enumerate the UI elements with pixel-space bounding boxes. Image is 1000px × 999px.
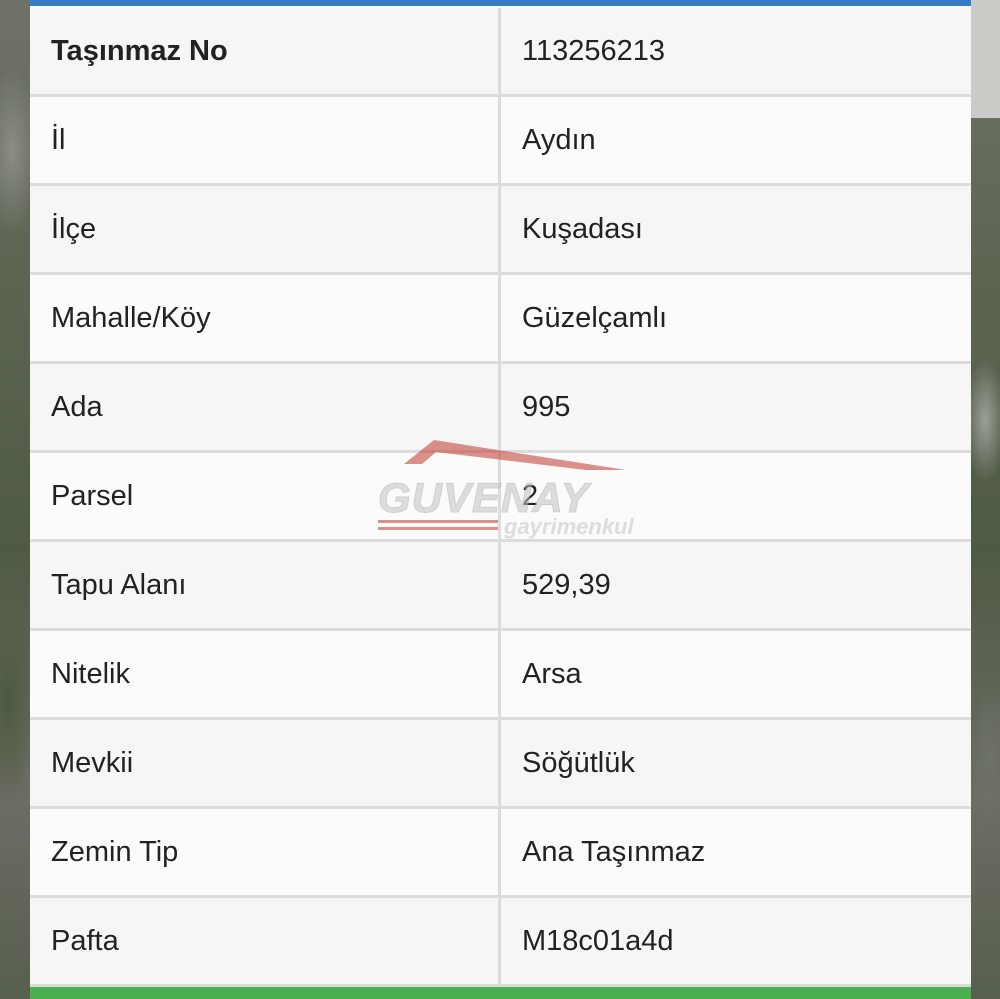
row-label: Tapu Alanı [30, 539, 501, 631]
row-label: İl [30, 94, 501, 186]
table-row: İl Aydın [30, 94, 971, 186]
row-value: Ana Taşınmaz [498, 806, 971, 898]
row-label: Ada [30, 361, 501, 453]
table-row: Tapu Alanı 529,39 [30, 539, 971, 631]
row-label: Zemin Tip [30, 806, 501, 898]
row-label: İlçe [30, 183, 501, 275]
row-label: Taşınmaz No [30, 8, 501, 97]
row-value: Söğütlük [498, 717, 971, 809]
table-row: Mevkii Söğütlük [30, 717, 971, 809]
table-row: Nitelik Arsa [30, 628, 971, 720]
table-row: Mahalle/Köy Güzelçamlı [30, 272, 971, 364]
panel-header-bar [30, 0, 971, 6]
panel-footer-bar [30, 987, 971, 999]
table-row: Ada 995 [30, 361, 971, 453]
table-row: Taşınmaz No 113256213 [30, 8, 971, 97]
table-row: Parsel 2 [30, 450, 971, 542]
row-label: Mevkii [30, 717, 501, 809]
row-value: Kuşadası [498, 183, 971, 275]
row-value: 2 [498, 450, 971, 542]
row-value: Arsa [498, 628, 971, 720]
row-value: M18c01a4d [498, 895, 971, 987]
row-label: Mahalle/Köy [30, 272, 501, 364]
property-details-table: Taşınmaz No 113256213 İl Aydın İlçe Kuşa… [30, 8, 971, 987]
property-info-panel: Taşınmaz No 113256213 İl Aydın İlçe Kuşa… [30, 0, 971, 999]
table-row: Zemin Tip Ana Taşınmaz [30, 806, 971, 898]
table-row: İlçe Kuşadası [30, 183, 971, 275]
row-value: 995 [498, 361, 971, 453]
row-value: 529,39 [498, 539, 971, 631]
row-value: 113256213 [498, 8, 971, 97]
map-road-strip [970, 0, 1000, 118]
row-label: Pafta [30, 895, 501, 987]
row-label: Parsel [30, 450, 501, 542]
table-row: Pafta M18c01a4d [30, 895, 971, 987]
row-value: Aydın [498, 94, 971, 186]
row-label: Nitelik [30, 628, 501, 720]
row-value: Güzelçamlı [498, 272, 971, 364]
